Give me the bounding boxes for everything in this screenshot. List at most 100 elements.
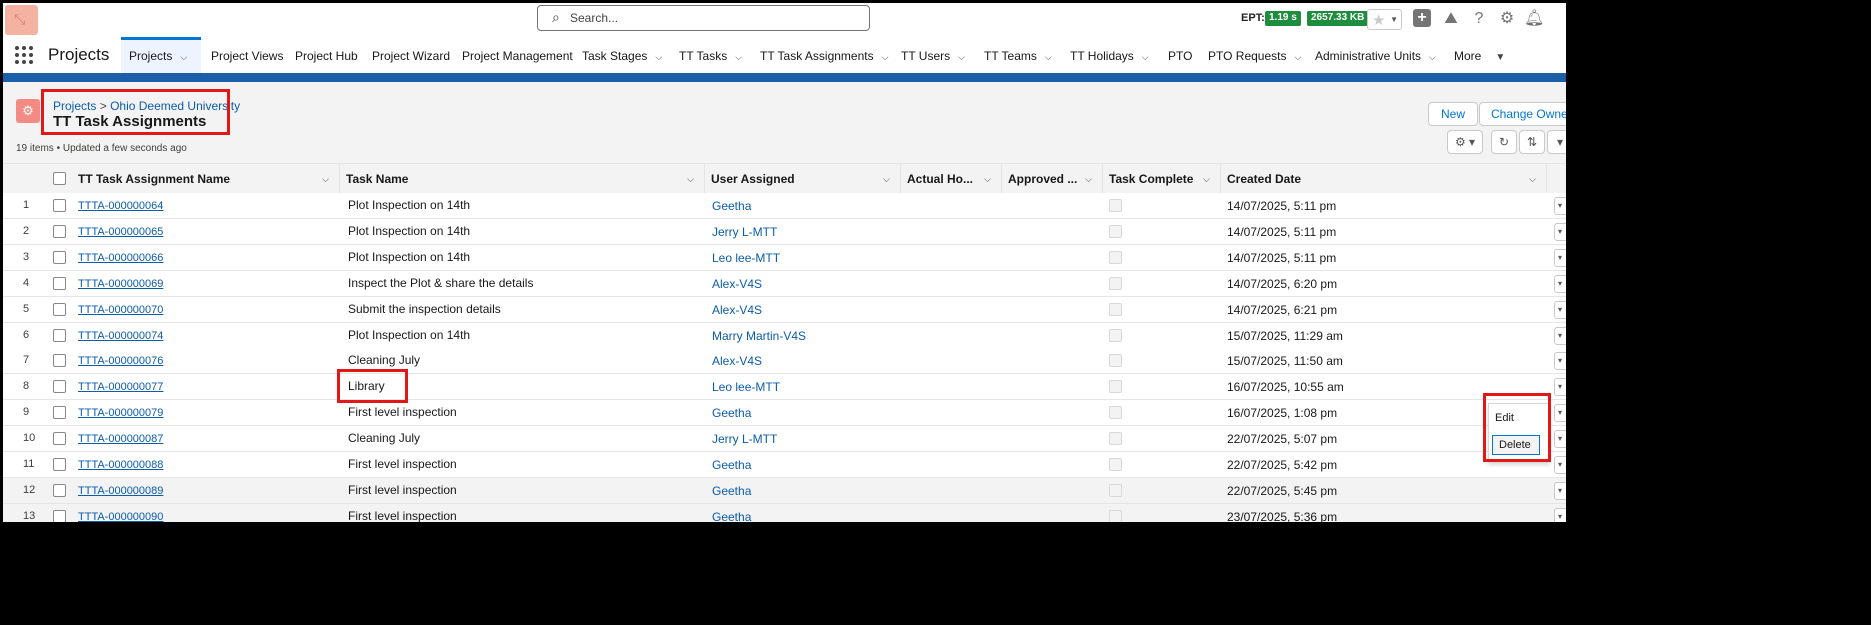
assignment-name-link[interactable]: TTTA-000000064 [78, 200, 163, 212]
nav-item-tt-tasks[interactable]: TT Tasks ⌵ [679, 37, 742, 73]
help-icon[interactable]: ? [1469, 9, 1489, 29]
assignment-name-link[interactable]: TTTA-000000077 [78, 381, 163, 393]
change-owner-button[interactable]: Change Owner [1479, 102, 1566, 126]
row-actions-button[interactable]: ▾ [1554, 378, 1566, 397]
sort-icon: ⇅ [1526, 135, 1538, 149]
row-actions-button[interactable]: ▾ [1554, 248, 1566, 267]
row-actions-button[interactable]: ▾ [1554, 430, 1566, 449]
table-row: 9 TTTA-000000079 First level inspection Gee… [3, 400, 1566, 427]
assignment-name-link[interactable]: TTTA-000000069 [78, 278, 163, 290]
assignment-name-link[interactable]: TTTA-000000066 [78, 252, 163, 264]
row-actions-button[interactable]: ▾ [1554, 197, 1566, 215]
row-number: 2 [23, 224, 30, 237]
row-checkbox[interactable] [53, 250, 66, 264]
user-assigned-link[interactable]: Geetha [712, 484, 751, 498]
chevron-down-icon: ⌵ [180, 52, 188, 62]
row-checkbox[interactable] [53, 302, 66, 316]
select-all-checkbox[interactable] [53, 172, 66, 185]
row-actions-button[interactable]: ▾ [1554, 222, 1566, 241]
waffle-icon[interactable] [15, 46, 35, 66]
logo-icon: ⤡ [14, 11, 26, 27]
user-assigned-link[interactable]: Geetha [712, 458, 751, 472]
row-checkbox[interactable] [53, 406, 66, 420]
user-assigned-link[interactable]: Geetha [712, 406, 751, 420]
row-actions-button[interactable]: ▾ [1554, 481, 1566, 500]
favorites-button[interactable]: ★ ▼ [1367, 9, 1402, 30]
nav-item-projects[interactable]: Projects ⌵ [121, 37, 201, 73]
row-actions-button[interactable]: ▾ [1554, 326, 1566, 345]
assignment-name-link[interactable]: TTTA-000000087 [78, 433, 163, 445]
row-checkbox[interactable] [53, 458, 66, 471]
nav-item-project-management[interactable]: Project Management [462, 37, 573, 73]
nav-item-tt-users[interactable]: TT Users ⌵ [901, 37, 965, 73]
row-actions-button[interactable]: ▾ [1554, 274, 1566, 293]
nav-item-tt-holidays[interactable]: TT Holidays ⌵ [1070, 37, 1149, 73]
user-assigned-link[interactable]: Jerry L-MTT [712, 225, 777, 239]
column-header-approved[interactable]: Approved ... ⌵ [1002, 164, 1103, 194]
column-header-name[interactable]: TT Task Assignment Name ⌵ [72, 164, 340, 194]
user-assigned-link[interactable]: Marry Martin-V4S [712, 329, 806, 343]
row-checkbox[interactable] [53, 509, 66, 522]
row-checkbox[interactable] [53, 224, 66, 238]
plus-icon[interactable]: + [1413, 9, 1431, 27]
assignment-name-link[interactable]: TTTA-000000070 [78, 304, 163, 316]
row-checkbox[interactable] [53, 432, 66, 446]
row-checkbox[interactable] [53, 328, 66, 342]
bell-icon[interactable]: 🔔︎ [1524, 9, 1544, 29]
user-assigned-link[interactable]: Alex-V4S [712, 277, 762, 291]
row-checkbox[interactable] [53, 380, 66, 394]
user-assigned-link[interactable]: Alex-V4S [712, 354, 762, 368]
column-header-user-assigned[interactable]: User Assigned ⌵ [705, 164, 901, 194]
row-actions-button[interactable]: ▾ [1554, 404, 1566, 423]
created-date-cell: 14/07/2025, 6:21 pm [1227, 302, 1338, 317]
row-actions-button[interactable]: ▾ [1554, 352, 1566, 371]
row-checkbox[interactable] [53, 199, 66, 212]
nav-item-tt-teams[interactable]: TT Teams ⌵ [984, 37, 1052, 73]
column-header-created-date[interactable]: Created Date ⌵ [1221, 164, 1547, 194]
nav-item-project-wizard[interactable]: Project Wizard [372, 37, 450, 73]
assignment-name-link[interactable]: TTTA-000000089 [78, 485, 163, 497]
row-actions-button[interactable]: ▾ [1554, 507, 1566, 522]
user-assigned-link[interactable]: Geetha [712, 510, 751, 522]
column-header-task-name[interactable]: Task Name ⌵ [340, 164, 705, 194]
list-settings-button[interactable]: ⚙ ▾ [1447, 130, 1483, 154]
assignment-name-link[interactable]: TTTA-000000076 [78, 355, 163, 367]
nav-item-task-stages[interactable]: Task Stages ⌵ [582, 37, 662, 73]
user-assigned-link[interactable]: Leo lee-MTT [712, 251, 780, 265]
assignment-name-link[interactable]: TTTA-000000090 [78, 511, 163, 522]
user-assigned-link[interactable]: Geetha [712, 199, 751, 213]
column-header-actual-hours[interactable]: Actual Ho... ⌵ [901, 164, 1002, 194]
nav-item-project-hub[interactable]: Project Hub [295, 37, 358, 73]
user-assigned-link[interactable]: Jerry L-MTT [712, 432, 777, 446]
nav-item-pto-requests[interactable]: PTO Requests ⌵ [1208, 37, 1301, 73]
trailhead-icon[interactable]: ⛰ [1441, 9, 1461, 29]
user-assigned-link[interactable]: Alex-V4S [712, 303, 762, 317]
global-search-input[interactable]: ⌕ Search... [537, 5, 870, 31]
column-header-task-complete[interactable]: Task Complete ⌵ [1103, 164, 1221, 194]
assignment-name-link[interactable]: TTTA-000000074 [78, 330, 163, 342]
row-number: 10 [23, 432, 36, 445]
refresh-button[interactable]: ↻ [1491, 130, 1517, 154]
created-date-cell: 16/07/2025, 1:08 pm [1227, 406, 1338, 421]
org-logo[interactable]: ⤡ [5, 5, 38, 35]
star-icon: ★ [1372, 12, 1386, 29]
user-assigned-link[interactable]: Leo lee-MTT [712, 380, 780, 394]
nav-item-project-views[interactable]: Project Views [211, 37, 283, 73]
sort-button[interactable]: ⇅ [1519, 130, 1545, 154]
filter-button[interactable]: ▾ [1547, 130, 1566, 154]
nav-item-administrative-units[interactable]: Administrative Units ⌵ [1315, 37, 1436, 73]
row-actions-button[interactable]: ▾ [1554, 300, 1566, 319]
nav-item-more[interactable]: More ▼ [1454, 37, 1505, 73]
assignment-name-link[interactable]: TTTA-000000079 [78, 407, 163, 419]
gear-icon[interactable]: ⚙ [1497, 9, 1517, 29]
row-checkbox[interactable] [53, 276, 66, 290]
assignment-name-link[interactable]: TTTA-000000065 [78, 226, 163, 238]
row-checkbox[interactable] [53, 483, 66, 497]
nav-item-tt-task-assignments[interactable]: TT Task Assignments ⌵ [760, 37, 888, 73]
row-actions-button[interactable]: ▾ [1554, 456, 1566, 474]
new-button[interactable]: New [1428, 102, 1478, 126]
nav-item-pto[interactable]: PTO [1168, 37, 1192, 73]
assignment-name-link[interactable]: TTTA-000000088 [78, 459, 163, 471]
row-checkbox[interactable] [53, 354, 66, 368]
gear-icon: ⚙ ▾ [1454, 135, 1476, 149]
